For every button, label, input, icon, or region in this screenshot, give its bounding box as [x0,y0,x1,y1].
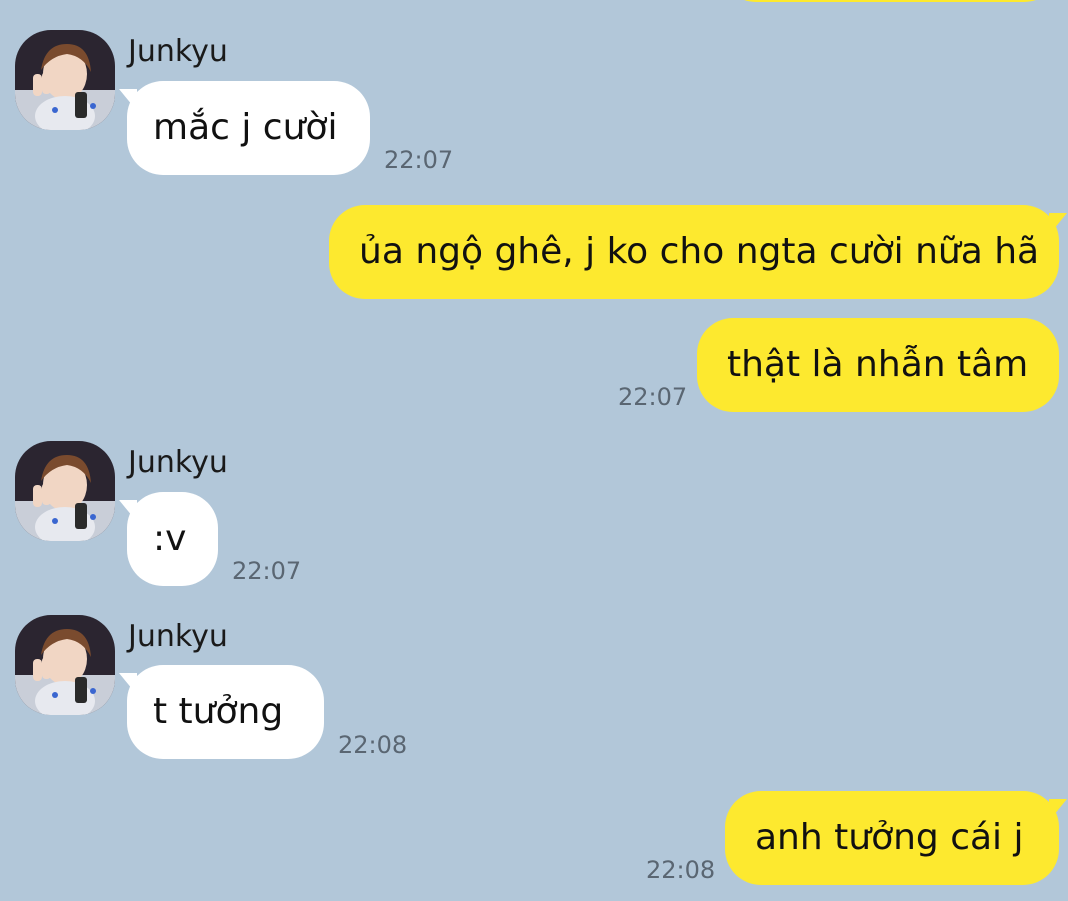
avatar-photo-icon [15,441,115,541]
message-bubble-outgoing[interactable]: thật là nhẫn tâm [697,318,1059,412]
sender-avatar[interactable] [15,30,115,130]
message-timestamp: 22:08 [338,731,408,759]
bubble-tail [119,673,137,695]
message-timestamp: 22:07 [232,557,302,585]
message-text: anh tưởng cái j [755,817,1024,858]
message-text: ủa ngộ ghê, j ko cho ngta cười nữa hã [359,231,1040,272]
message-bubble-incoming[interactable]: mắc j cười [119,81,370,175]
bubble-tail [119,500,137,522]
sender-avatar[interactable] [15,441,115,541]
message-text: t tưởng [153,691,284,732]
sender-name: Junkyu [128,445,228,480]
message-bubble-incoming[interactable]: :v [119,492,218,586]
avatar-photo-icon [15,30,115,130]
message-bubble-outgoing[interactable]: ủa ngộ ghê, j ko cho ngta cười nữa hã [329,205,1067,299]
sender-avatar[interactable] [15,615,115,715]
sender-name: Junkyu [128,34,228,69]
bubble-tail [119,89,137,111]
sender-name: Junkyu [128,619,228,654]
message-bubble-outgoing[interactable]: anh tưởng cái j [725,791,1067,885]
message-text: :v [153,518,187,559]
message-text: mắc j cười [153,107,338,148]
message-timestamp: 22:08 [646,856,716,884]
avatar-photo-icon [15,615,115,715]
message-timestamp: 22:07 [384,146,454,174]
message-bubble-incoming[interactable]: t tưởng [119,665,324,759]
bubble-tail [1049,799,1067,821]
bubble-tail [1049,213,1067,235]
message-timestamp: 22:07 [618,383,688,411]
previous-outgoing-bubble [720,0,1060,2]
message-text: thật là nhẫn tâm [727,344,1029,385]
